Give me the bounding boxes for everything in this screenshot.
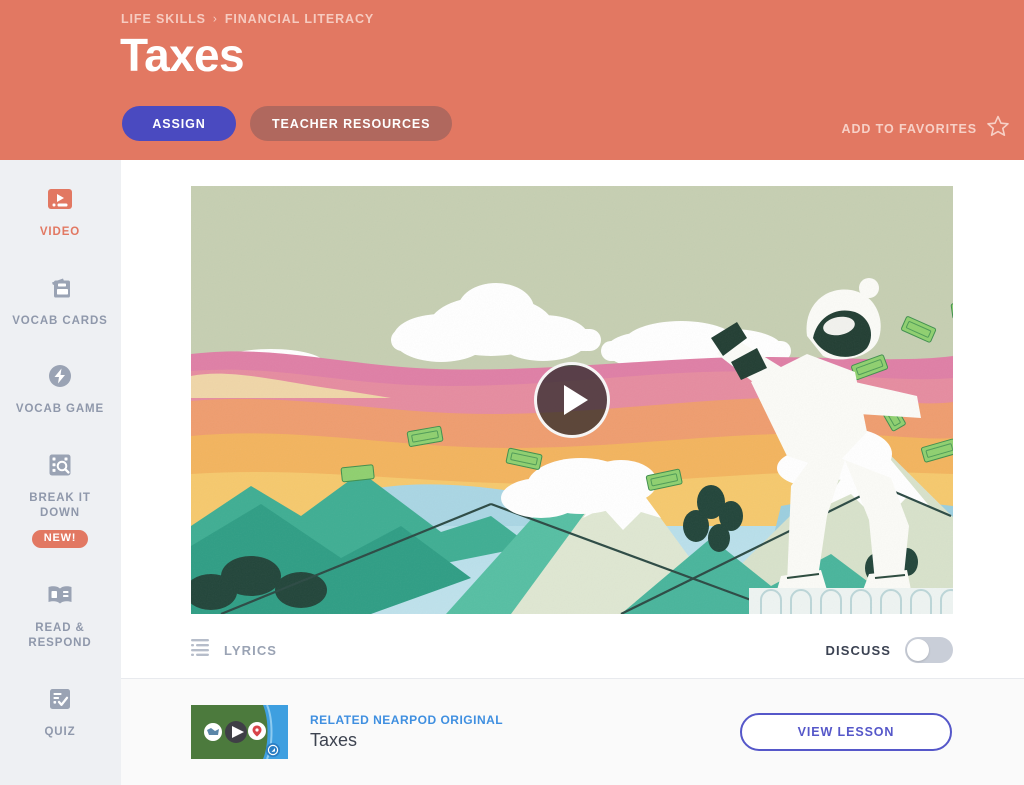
sidebar-item-label: VIDEO <box>39 226 81 238</box>
breadcrumb-item-life-skills[interactable]: LIFE SKILLS <box>121 12 206 26</box>
related-lesson-text: RELATED NEARPOD ORIGINAL Taxes <box>310 713 503 751</box>
sidebar-item-label: VOCAB CARDS <box>12 314 108 327</box>
sidebar-item-break-it-down[interactable]: BREAK IT DOWN NEW! <box>0 448 120 548</box>
lyrics-button[interactable]: LYRICS <box>191 638 277 662</box>
discuss-label: DISCUSS <box>825 642 891 658</box>
checklist-icon <box>43 682 77 716</box>
related-lesson-section: RELATED NEARPOD ORIGINAL Taxes VIEW LESS… <box>121 679 1024 785</box>
lesson-activity-sidebar: VIDEO VOCAB CARDS VOCAB GAME BREAK IT DO… <box>0 160 120 785</box>
play-icon <box>225 721 247 743</box>
magnifier-grid-icon <box>43 448 77 482</box>
page-header: LIFE SKILLS › FINANCIAL LITERACY Taxes A… <box>0 0 1024 160</box>
page-title: Taxes <box>120 29 245 81</box>
map-icon <box>204 723 222 741</box>
sidebar-item-label: BREAK IT DOWN <box>29 491 91 520</box>
add-to-favorites-button[interactable]: ADD TO FAVORITES <box>842 114 1010 143</box>
discuss-toggle[interactable] <box>905 637 953 663</box>
status-badge-new: NEW! <box>31 529 89 548</box>
map-pin-icon <box>248 722 266 740</box>
lightning-bolt-icon <box>43 359 77 393</box>
breadcrumb-item-financial-literacy[interactable]: FINANCIAL LITERACY <box>225 12 374 26</box>
star-outline-icon <box>986 114 1010 143</box>
sidebar-item-video[interactable]: VIDEO <box>0 182 120 241</box>
cards-icon <box>43 271 77 305</box>
video-icon <box>43 182 77 216</box>
video-controls-row: LYRICS DISCUSS <box>191 628 953 672</box>
open-book-icon <box>43 578 77 612</box>
add-to-favorites-label: ADD TO FAVORITES <box>841 121 977 136</box>
related-lesson-kicker: RELATED NEARPOD ORIGINAL <box>310 713 504 727</box>
breadcrumb: LIFE SKILLS › FINANCIAL LITERACY <box>121 11 374 27</box>
sidebar-item-label: QUIZ <box>44 725 76 738</box>
sidebar-item-label: READ & RESPOND <box>28 621 92 650</box>
lyrics-label: LYRICS <box>224 642 278 658</box>
lesson-page: LIFE SKILLS › FINANCIAL LITERACY Taxes A… <box>0 0 1024 785</box>
view-lesson-button[interactable]: VIEW LESSON <box>740 713 952 751</box>
compass-icon <box>266 743 280 757</box>
breadcrumb-separator-icon: › <box>212 11 218 26</box>
sidebar-item-read-and-respond[interactable]: READ & RESPOND <box>0 578 120 652</box>
lesson-content-card: LYRICS DISCUSS RELATED NEARPOD ORIGINAL … <box>121 160 1024 785</box>
discuss-control: DISCUSS <box>825 637 953 663</box>
sidebar-item-quiz[interactable]: QUIZ <box>0 682 120 741</box>
related-lesson-title: Taxes <box>310 730 358 750</box>
lyrics-lines-icon <box>191 638 213 662</box>
sidebar-item-vocab-game[interactable]: VOCAB GAME <box>0 359 120 418</box>
toggle-knob <box>907 639 929 661</box>
sidebar-item-label: VOCAB GAME <box>15 403 105 416</box>
header-action-buttons: ASSIGN TEACHER RESOURCES <box>122 106 453 141</box>
play-triangle <box>563 385 588 415</box>
related-thumbnail-art <box>191 705 288 759</box>
teacher-resources-button[interactable]: TEACHER RESOURCES <box>250 106 453 141</box>
sidebar-item-vocab-cards[interactable]: VOCAB CARDS <box>0 271 120 330</box>
video-player[interactable] <box>191 186 953 614</box>
assign-button[interactable]: ASSIGN <box>122 106 236 141</box>
play-button-icon[interactable] <box>534 362 610 438</box>
related-lesson-thumbnail[interactable] <box>191 705 288 759</box>
